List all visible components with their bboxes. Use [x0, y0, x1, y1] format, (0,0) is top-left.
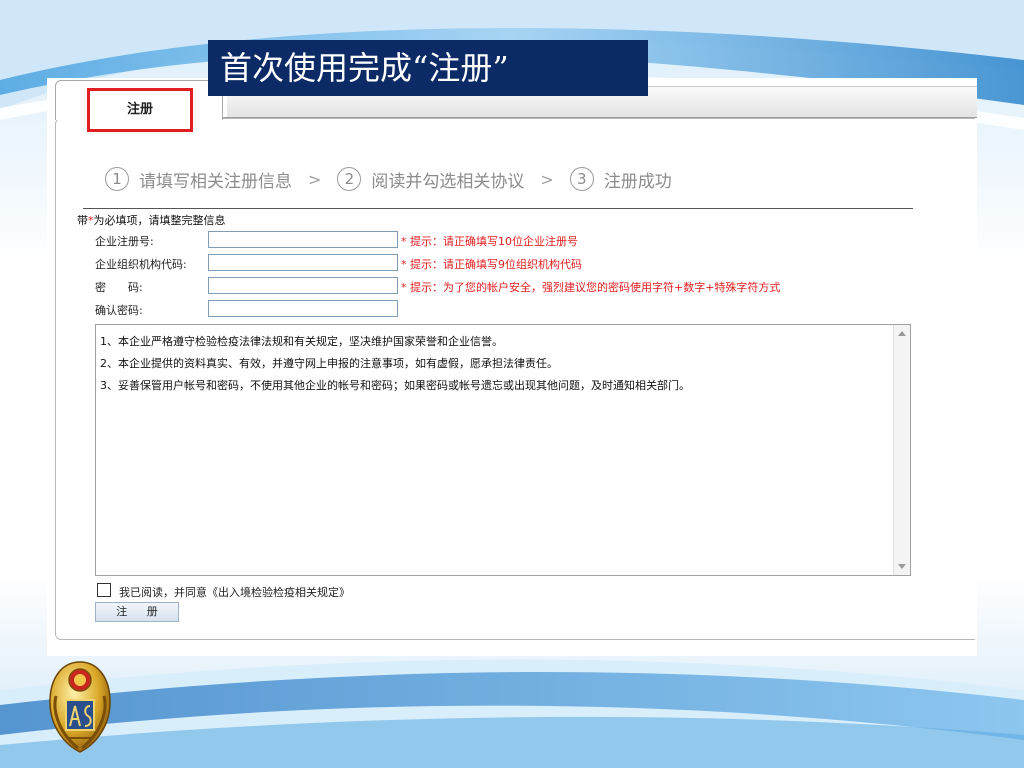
step-1-number: 1 [105, 167, 129, 191]
tab-register-label[interactable]: 注册 [87, 88, 193, 132]
step-3-number: 3 [569, 167, 594, 191]
password-label: 密 码: [95, 281, 143, 294]
confirm-password-input[interactable] [208, 300, 398, 317]
scroll-up-icon[interactable] [898, 331, 906, 336]
org-code-hint: * 提示：请正确填写9位组织机构代码 [401, 258, 582, 271]
registration-number-input[interactable] [208, 231, 398, 248]
step-1-label: 请填写相关注册信息 [139, 171, 292, 192]
password-hint: * 提示：为了您的帐户安全，强烈建议您的密码使用字符+数字+特殊字符方式 [401, 281, 781, 294]
step-separator: > [308, 169, 322, 189]
required-note: 带*为必填项，请填整完整信息 [77, 212, 226, 228]
agreement-scrollbar[interactable] [893, 325, 910, 575]
slide-title: 首次使用完成“注册” [208, 40, 648, 96]
step-3-label: 注册成功 [603, 171, 672, 192]
org-code-input[interactable] [208, 254, 398, 271]
agreement-line-1: 1、本企业严格遵守检验检疫法律法规和有关规定，坚决维护国家荣誉和企业信誉。 [100, 335, 503, 348]
ciq-emblem-icon [49, 661, 111, 753]
agreement-line-3: 3、妥善保管用户帐号和密码，不使用其他企业的帐号和密码；如果密码或帐号遗忘或出现… [100, 379, 690, 392]
register-button[interactable]: 注 册 [95, 602, 179, 622]
consent-label[interactable]: 我已阅读，并同意《出入境检验检疫相关规定》 [119, 584, 350, 600]
confirm-password-label: 确认密码: [95, 304, 143, 317]
screenshot-panel: 注册 1 请填写相关注册信息 > 2 阅读并勾选相关协议 > 3 注册成功 带*… [47, 78, 977, 656]
agreement-line-2: 2、本企业提供的资料真实、有效，并遵守网上申报的注意事项，如有虚假，愿承担法律责… [100, 357, 558, 370]
org-code-label: 企业组织机构代码: [95, 258, 187, 271]
progress-steps: 1 请填写相关注册信息 > 2 阅读并勾选相关协议 > 3 注册成功 [105, 164, 672, 194]
agreement-text: 1、本企业严格遵守检验检疫法律法规和有关规定，坚决维护国家荣誉和企业信誉。 2、… [100, 331, 890, 397]
step-2-number: 2 [337, 167, 362, 191]
required-prefix: 带 [77, 214, 88, 227]
steps-divider [83, 208, 913, 209]
step-separator: > [540, 169, 554, 189]
registration-number-label: 企业注册号: [95, 235, 154, 248]
scroll-down-icon[interactable] [898, 564, 906, 569]
consent-checkbox[interactable] [97, 583, 111, 597]
step-2-label: 阅读并勾选相关协议 [371, 171, 525, 192]
agreement-textbox[interactable]: 1、本企业严格遵守检验检疫法律法规和有关规定，坚决维护国家荣誉和企业信誉。 2、… [95, 324, 911, 576]
registration-number-hint: * 提示：请正确填写10位企业注册号 [401, 235, 578, 248]
required-suffix: 为必填项，请填整完整信息 [93, 214, 226, 227]
password-input[interactable] [208, 277, 398, 294]
